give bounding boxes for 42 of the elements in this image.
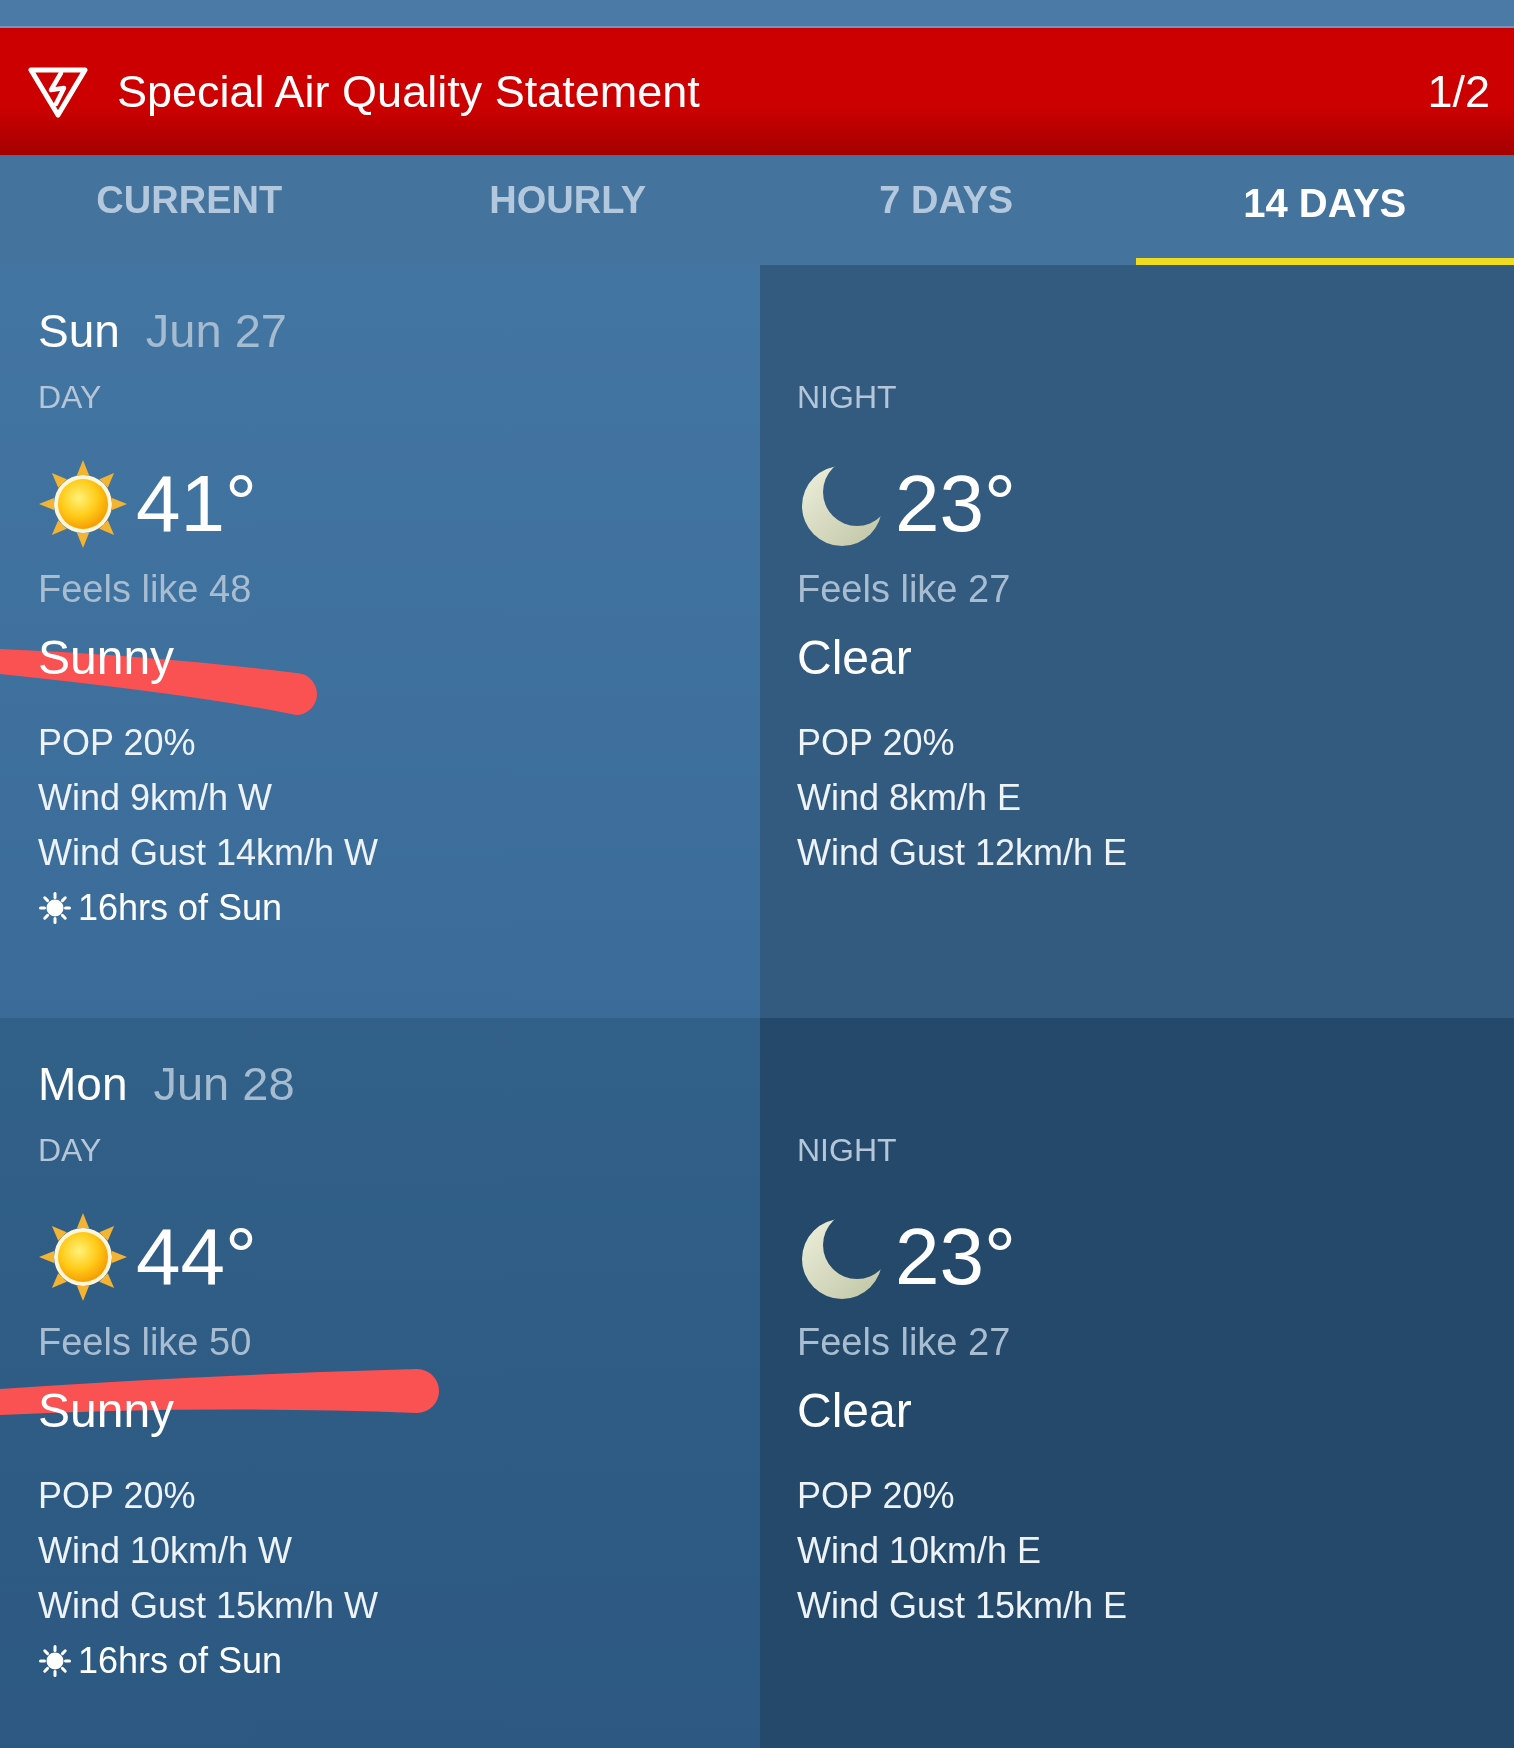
detail-text: Wind 10km/h E [797,1529,1043,1573]
condition-text: Clear [797,630,912,686]
weekday-label: Mon [38,1057,128,1112]
detail-text: Wind 10km/h W [38,1529,294,1573]
date-label: Jun 28 [153,1056,295,1112]
alert-counter: 1/2 [1427,65,1490,118]
detail-text: POP 20% [797,721,956,765]
sun-icon [38,459,128,549]
detail-text: Wind Gust 12km/h E [797,831,1129,875]
period-label: NIGHT [797,1131,898,1170]
condition-text: Clear [797,1383,912,1439]
detail-text: Wind Gust 15km/h E [797,1584,1129,1628]
temperature: 44° [136,1212,257,1302]
temperature: 23° [895,1212,1016,1302]
period-label: DAY [38,1131,103,1170]
feels-like-text: Feels like 27 [797,567,1012,611]
tab[interactable]: 7 DAYS [757,155,1136,265]
detail-text: Wind Gust 15km/h W [38,1584,380,1628]
feels-like-text: Feels like 48 [38,567,253,611]
sun-icon [38,1643,72,1678]
temperature: 23° [895,459,1016,549]
alert-title: Special Air Quality Statement [117,65,701,118]
detail-text: POP 20% [38,721,197,765]
temperature: 41° [136,459,257,549]
sun-hours-text: 16hrs of Sun [78,886,283,930]
sun-hours-text: 16hrs of Sun [78,1639,283,1683]
period-label: DAY [38,378,103,417]
period-label: NIGHT [797,378,898,417]
feels-like-text: Feels like 27 [797,1320,1012,1364]
sun-icon [38,890,72,925]
tab[interactable]: HOURLY [378,155,757,265]
detail-text: Wind Gust 14km/h W [38,831,380,875]
date-label: Jun 27 [145,303,287,359]
weekday-label: Sun [38,304,120,359]
tab[interactable]: CURRENT [0,155,379,265]
detail-text: Wind 9km/h W [38,776,274,820]
alert-banner[interactable]: Special Air Quality Statement 1/2 [0,28,1514,155]
detail-text: POP 20% [797,1474,956,1518]
detail-text: POP 20% [38,1474,197,1518]
sun-icon [38,1212,128,1302]
feels-like-text: Feels like 50 [38,1320,253,1364]
detail-text: Wind 8km/h E [797,776,1023,820]
